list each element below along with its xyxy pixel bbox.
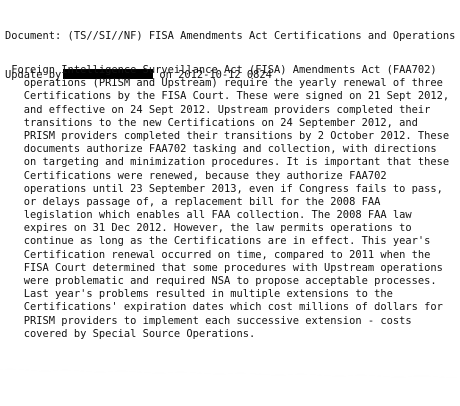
body-line: operations until 23 September 2013, even… [5, 182, 443, 195]
body-line: FISA Court determined that some procedur… [5, 261, 443, 274]
body-line: documents authorize FAA702 tasking and c… [5, 143, 437, 156]
document-title: Document: (TS//SI//NF) FISA Amendments A… [5, 30, 456, 42]
document-body: Foreign Intelligence Surveillance Act (F… [5, 64, 457, 341]
torn-paper-edge [0, 369, 460, 406]
body-line: and effective on 24 Sept 2012. Upstream … [5, 103, 431, 116]
body-line: transitions to the new Certifications on… [5, 116, 418, 129]
body-line: Certifications' expiration dates which c… [5, 301, 443, 314]
body-line: or delays passage of, a replacement bill… [5, 195, 381, 208]
body-line: PRISM providers completed their transiti… [5, 129, 450, 142]
document-title-line: Document: (TS//SI//NF) FISA Amendments A… [5, 29, 455, 44]
body-line: legislation which enables all FAA collec… [5, 209, 412, 222]
body-line: were problematic and required NSA to pro… [5, 275, 437, 287]
body-line: Certification renewal occurred on time, … [5, 248, 431, 261]
document-page: Document: (TS//SI//NF) FISA Amendments A… [0, 0, 460, 406]
body-line: Last year's problems resulted in multipl… [5, 288, 393, 301]
body-line: operations (PRISM and Upstream) require … [5, 77, 443, 90]
body-line: Foreign Intelligence Surveillance Act (F… [5, 64, 437, 76]
body-line: on targeting and minimization procedures… [5, 156, 450, 169]
body-line: Certifications were renewed, because the… [5, 169, 387, 182]
body-line: continue as long as the Certifications a… [5, 235, 431, 248]
body-line: PRISM providers to implement each succes… [5, 314, 412, 327]
body-line: Certifications by the FISA Court. These … [5, 90, 450, 103]
body-line: covered by Special Source Operations. [5, 327, 256, 340]
body-line: expires on 31 Dec 2012. However, the law… [5, 222, 412, 235]
